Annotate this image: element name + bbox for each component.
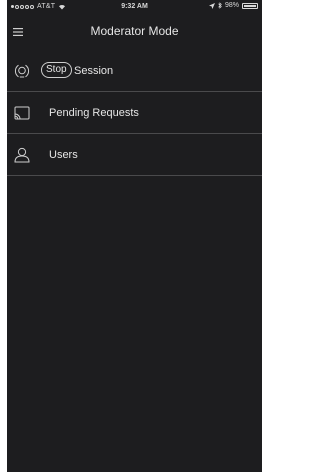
status-right: 98% (208, 2, 258, 9)
battery-percent: 98% (224, 2, 239, 9)
menu-list: Stop Session Pending Requests Users (7, 50, 262, 176)
location-arrow-icon (208, 2, 215, 9)
app-screen: AT&T 9:32 AM 98% Moderator Mode Stop Ses… (7, 0, 262, 472)
page-title: Moderator Mode (90, 24, 179, 38)
session-label: Session (74, 64, 114, 77)
users-label: Users (49, 148, 78, 161)
menu-item-session[interactable]: Stop Session (7, 50, 262, 92)
battery-fill (244, 4, 256, 7)
stop-session-button[interactable]: Stop (41, 62, 72, 78)
battery-icon (242, 2, 258, 9)
user-icon (14, 147, 30, 162)
nav-bar: Moderator Mode (7, 14, 262, 50)
pending-requests-label: Pending Requests (49, 106, 139, 119)
menu-item-users[interactable]: Users (7, 134, 262, 176)
bluetooth-icon (218, 2, 222, 9)
status-bar: AT&T 9:32 AM 98% (7, 0, 262, 14)
cast-icon (14, 106, 30, 119)
broadcast-icon (14, 64, 30, 77)
menu-item-pending-requests[interactable]: Pending Requests (7, 92, 262, 134)
